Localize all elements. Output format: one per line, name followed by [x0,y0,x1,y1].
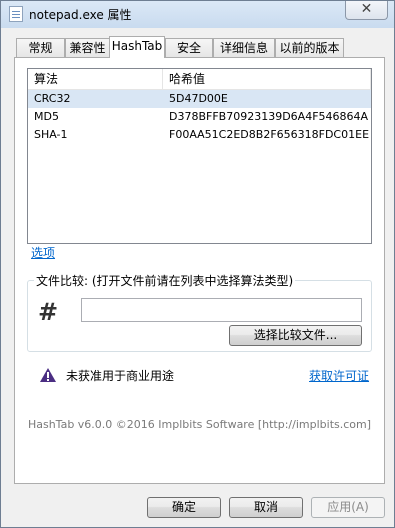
window-title: notepad.exe 属性 [29,8,132,22]
column-separator[interactable] [370,69,371,89]
algorithm-cell: MD5 [34,110,59,123]
compare-hash-input[interactable] [81,298,362,322]
tab-security[interactable]: 安全 [165,38,213,57]
options-link[interactable]: 选项 [31,244,55,261]
file-compare-group: 文件比较: (打开文件前请在列表中选择算法类型) # 选择比较文件... [27,272,372,352]
apply-button[interactable]: 应用(A) [311,497,385,518]
tab-previous-versions[interactable]: 以前的版本 [275,38,344,57]
select-compare-file-button[interactable]: 选择比较文件... [229,325,362,346]
close-button[interactable]: ✕ [345,1,388,20]
ok-button[interactable]: 确定 [147,497,221,518]
tab-details[interactable]: 详细信息 [213,38,275,57]
warning-triangle-icon [40,368,56,382]
title-bar[interactable]: notepad.exe 属性 ✕ [1,1,394,28]
properties-window: notepad.exe 属性 ✕ 常规 兼容性 HashTab 安全 详细信息 … [0,0,395,528]
hash-value-cell: 5D47D00E [169,92,228,105]
hash-value-cell: F00AA51C2ED8B2F656318FDC01EE... [169,128,369,141]
get-license-link[interactable]: 获取许可证 [309,367,369,384]
hash-list[interactable]: 算法 哈希值 CRC32 5D47D00E MD5 D378BFFB709231… [27,68,372,244]
hashtab-panel: 算法 哈希值 CRC32 5D47D00E MD5 D378BFFB709231… [14,57,385,484]
tab-general[interactable]: 常规 [16,38,65,57]
hash-icon: # [38,298,59,326]
commercial-use-warning: 未获准用于商业用途 [66,369,175,383]
column-header-hash-value[interactable]: 哈希值 [163,69,370,89]
list-header: 算法 哈希值 [28,69,371,90]
table-row[interactable]: CRC32 5D47D00E [28,90,371,108]
cancel-button[interactable]: 取消 [229,497,303,518]
tab-hashtab[interactable]: HashTab [109,36,165,58]
algorithm-cell: SHA-1 [34,128,68,141]
notepad-app-icon [9,6,23,22]
table-row[interactable]: MD5 D378BFFB70923139D6A4F546864A... [28,108,371,126]
file-compare-title: 文件比较: (打开文件前请在列表中选择算法类型) [34,272,296,289]
tab-compatibility[interactable]: 兼容性 [65,38,110,57]
column-header-algorithm[interactable]: 算法 [28,69,162,89]
table-row[interactable]: SHA-1 F00AA51C2ED8B2F656318FDC01EE... [28,126,371,144]
algorithm-cell: CRC32 [34,92,71,105]
hash-value-cell: D378BFFB70923139D6A4F546864A... [169,110,369,123]
copyright-text: HashTab v6.0.0 ©2016 Implbits Software [… [27,418,372,431]
